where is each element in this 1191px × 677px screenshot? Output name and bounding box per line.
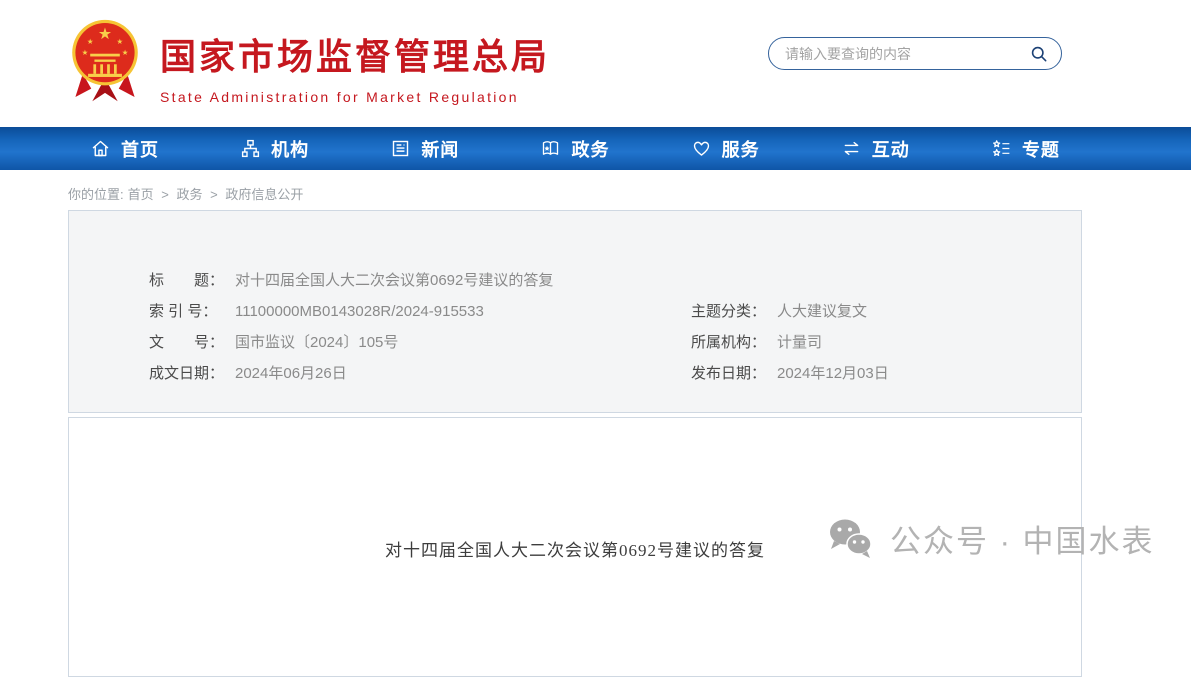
meta-label-title: 标 题： (149, 265, 235, 296)
breadcrumb-info-disclosure[interactable]: 政府信息公开 (225, 187, 303, 202)
meta-value-publish-date: 2024年12月03日 (777, 358, 889, 389)
gov-book-star-icon (540, 138, 561, 159)
watermark: 公众号 · 中国水表 (826, 516, 1155, 561)
meta-field-topic: 主题分类： 人大建议复文 (691, 296, 867, 327)
breadcrumb-separator: > (210, 187, 218, 202)
page: { "header": { "site_title": "国家市场监督管理总局"… (0, 0, 1191, 593)
wechat-icon (826, 517, 876, 561)
meta-label-doc-no: 文 号： (149, 327, 235, 358)
meta-value-org: 计量司 (777, 327, 822, 358)
svg-text:★: ★ (122, 48, 129, 57)
search-icon (1029, 44, 1049, 64)
meta-field-index-no: 索 引 号： 11100000MB0143028R/2024-915533 (149, 296, 691, 327)
breadcrumb-prefix: 你的位置: (68, 187, 124, 202)
watermark-text: 公众号 · 中国水表 (890, 516, 1155, 561)
search-input[interactable] (785, 46, 1027, 62)
site-subtitle: State Administration for Market Regulati… (160, 89, 550, 105)
nav-label: 政务 (571, 136, 609, 162)
meta-row-index: 索 引 号： 11100000MB0143028R/2024-915533 主题… (149, 296, 1081, 327)
breadcrumb-separator: > (161, 187, 169, 202)
search-box (768, 37, 1062, 70)
site-title: 国家市场监督管理总局 (160, 28, 550, 80)
meta-label-written-date: 成文日期： (149, 358, 235, 389)
meta-value-index-no: 11100000MB0143028R/2024-915533 (235, 296, 484, 327)
breadcrumb: 你的位置: 首页 > 政务 > 政府信息公开 (68, 184, 307, 203)
nav-item-special[interactable]: 专题 (991, 136, 1060, 162)
meta-field-org: 所属机构： 计量司 (691, 327, 822, 358)
svg-text:★: ★ (116, 37, 123, 46)
svg-text:★: ★ (82, 48, 89, 57)
search-button[interactable] (1027, 42, 1051, 66)
document-metadata-box: 标 题： 对十四届全国人大二次会议第0692号建议的答复 索 引 号： 1110… (68, 210, 1082, 413)
nav-item-gov[interactable]: 政务 (540, 136, 609, 162)
nav-item-news[interactable]: 新闻 (390, 136, 459, 162)
nav-item-service[interactable]: 服务 (691, 136, 760, 162)
breadcrumb-home[interactable]: 首页 (128, 187, 154, 202)
newspaper-icon (390, 138, 411, 159)
national-emblem-logo: ★ ★ ★ ★ ★ (68, 14, 142, 104)
heart-icon (691, 138, 712, 159)
site-title-block: 国家市场监督管理总局 State Administration for Mark… (160, 28, 550, 105)
nav-label: 机构 (271, 136, 309, 162)
main-nav-inner: 首页 机构 新闻 政务 (68, 127, 1082, 170)
exchange-arrows-icon (841, 138, 862, 159)
meta-field-publish-date: 发布日期： 2024年12月03日 (691, 358, 889, 389)
meta-value-title: 对十四届全国人大二次会议第0692号建议的答复 (235, 265, 553, 296)
home-icon (90, 138, 111, 159)
nav-label: 服务 (722, 136, 760, 162)
site-header: ★ ★ ★ ★ ★ 国家市场监督管理总局 State Administratio… (0, 0, 1191, 127)
meta-label-index-no: 索 引 号： (149, 296, 235, 327)
nav-item-interact[interactable]: 互动 (841, 136, 910, 162)
meta-row-title: 标 题： 对十四届全国人大二次会议第0692号建议的答复 (149, 265, 1081, 296)
nav-label: 新闻 (421, 136, 459, 162)
meta-field-written-date: 成文日期： 2024年06月26日 (149, 358, 691, 389)
nav-item-home[interactable]: 首页 (90, 136, 159, 162)
meta-label-topic: 主题分类： (691, 296, 777, 327)
meta-label-publish-date: 发布日期： (691, 358, 777, 389)
meta-row-docno: 文 号： 国市监议〔2024〕105号 所属机构： 计量司 (149, 327, 1081, 358)
org-chart-icon (240, 138, 261, 159)
breadcrumb-gov[interactable]: 政务 (176, 187, 202, 202)
svg-text:★: ★ (87, 37, 94, 46)
nav-label: 互动 (872, 136, 910, 162)
meta-value-topic: 人大建议复文 (777, 296, 867, 327)
meta-field-title: 标 题： 对十四届全国人大二次会议第0692号建议的答复 (149, 265, 553, 296)
meta-value-doc-no: 国市监议〔2024〕105号 (235, 327, 398, 358)
nav-label: 首页 (121, 136, 159, 162)
meta-label-org: 所属机构： (691, 327, 777, 358)
meta-value-written-date: 2024年06月26日 (235, 358, 347, 389)
star-list-icon (991, 138, 1012, 159)
nav-item-org[interactable]: 机构 (240, 136, 309, 162)
meta-field-doc-no: 文 号： 国市监议〔2024〕105号 (149, 327, 691, 358)
meta-row-dates: 成文日期： 2024年06月26日 发布日期： 2024年12月03日 (149, 358, 1081, 389)
nav-label: 专题 (1022, 136, 1060, 162)
svg-text:★: ★ (98, 26, 112, 43)
main-nav: 首页 机构 新闻 政务 (0, 127, 1191, 170)
